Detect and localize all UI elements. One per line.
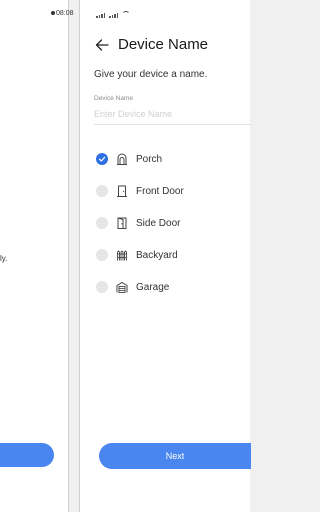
- option-porch[interactable]: Porch: [96, 151, 162, 167]
- device-name-input[interactable]: [94, 104, 251, 125]
- arrow-left-icon[interactable]: [94, 37, 110, 53]
- side-door-icon: [117, 217, 127, 229]
- cellular-signal-icon: [109, 13, 118, 18]
- option-label: Garage: [136, 281, 170, 293]
- header: Device Name: [94, 36, 208, 53]
- radio-unchecked-icon[interactable]: [96, 185, 108, 197]
- device-name-label: Device Name: [94, 95, 134, 102]
- option-label: Front Door: [136, 185, 184, 197]
- option-front-door[interactable]: Front Door: [96, 183, 184, 199]
- device-name-screen: Device Name Give your device a name. Dev…: [79, 0, 251, 512]
- page-title: Device Name: [118, 36, 209, 53]
- partial-instruction-text: ly.: [0, 254, 8, 263]
- previous-screen-button[interactable]: [0, 443, 54, 467]
- radio-checked-icon[interactable]: [96, 153, 108, 165]
- previous-screen-panel: 08:08 ly.: [0, 0, 74, 512]
- porch-arch-icon: [117, 153, 127, 165]
- front-door-icon: [117, 185, 127, 197]
- option-side-door[interactable]: Side Door: [96, 215, 180, 231]
- status-time: 08:08: [56, 10, 74, 17]
- radio-unchecked-icon[interactable]: [96, 217, 108, 229]
- option-label: Porch: [136, 153, 163, 165]
- option-label: Side Door: [136, 217, 181, 229]
- radio-unchecked-icon[interactable]: [96, 281, 108, 293]
- wifi-icon: [122, 11, 130, 18]
- status-dot-icon: [51, 11, 55, 15]
- radio-unchecked-icon[interactable]: [96, 249, 108, 261]
- option-backyard[interactable]: Backyard: [96, 247, 178, 263]
- next-button[interactable]: Next: [99, 443, 251, 469]
- option-label: Backyard: [136, 249, 178, 261]
- cellular-signal-icon: [96, 13, 105, 18]
- option-garage[interactable]: Garage: [96, 279, 169, 295]
- fence-icon: [117, 250, 127, 261]
- page-subtitle: Give your device a name.: [94, 69, 208, 80]
- garage-icon: [116, 281, 128, 293]
- status-bar: [96, 11, 130, 18]
